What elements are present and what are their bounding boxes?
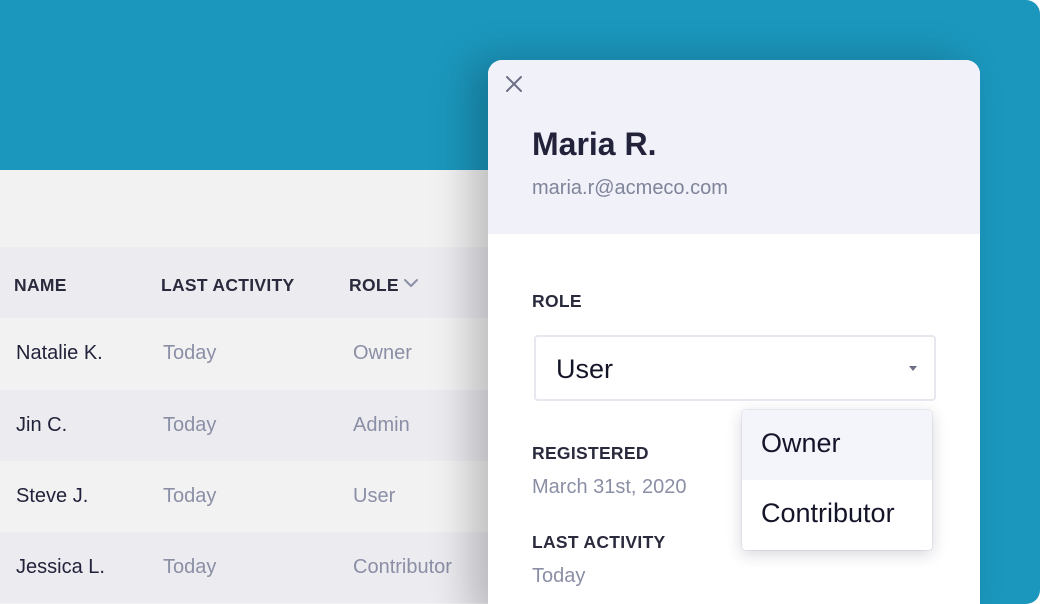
table-row[interactable]: Natalie K. Today Owner bbox=[0, 318, 520, 389]
role-label: ROLE bbox=[532, 291, 582, 311]
role-option-label: Contributor bbox=[761, 498, 895, 528]
column-header-last-activity[interactable]: LAST ACTIVITY bbox=[161, 275, 295, 296]
role-option-contributor[interactable]: Contributor bbox=[742, 480, 932, 550]
cell-last-activity: Today bbox=[163, 485, 217, 507]
caret-down-icon bbox=[909, 366, 917, 371]
cell-role: Admin bbox=[353, 414, 410, 436]
cell-last-activity: Today bbox=[163, 556, 217, 578]
last-activity-label: LAST ACTIVITY bbox=[532, 532, 666, 552]
table-row[interactable]: Jin C. Today Admin bbox=[0, 390, 520, 461]
panel-header: Maria R. maria.r@acmeco.com bbox=[488, 60, 980, 234]
registered-label: REGISTERED bbox=[532, 443, 649, 463]
cell-role: User bbox=[353, 485, 396, 507]
last-activity-value: Today bbox=[532, 565, 586, 587]
column-header-name[interactable]: NAME bbox=[14, 275, 67, 296]
role-select-value: User bbox=[556, 354, 614, 384]
column-header-role[interactable]: ROLE bbox=[349, 275, 399, 296]
cell-role: Contributor bbox=[353, 556, 452, 578]
users-table: NAME LAST ACTIVITY ROLE Natalie K. Today… bbox=[0, 170, 520, 604]
table-row[interactable]: Steve J. Today User bbox=[0, 461, 520, 532]
user-detail-panel: Maria R. maria.r@acmeco.com ROLE User RE… bbox=[488, 60, 980, 604]
registered-value: March 31st, 2020 bbox=[532, 476, 687, 498]
user-name: Maria R. bbox=[532, 126, 657, 162]
table-header: NAME LAST ACTIVITY ROLE bbox=[0, 247, 520, 318]
cell-role: Owner bbox=[353, 342, 412, 364]
role-option-label: Owner bbox=[761, 428, 841, 458]
close-icon[interactable] bbox=[502, 72, 526, 96]
chevron-down-icon[interactable] bbox=[403, 277, 419, 289]
cell-name: Steve J. bbox=[16, 485, 89, 507]
role-select[interactable]: User bbox=[534, 335, 936, 401]
table-row[interactable]: Jessica L. Today Contributor bbox=[0, 532, 520, 603]
cell-name: Jin C. bbox=[16, 414, 68, 436]
role-dropdown-menu: Owner Contributor bbox=[742, 410, 932, 550]
cell-name: Jessica L. bbox=[16, 556, 105, 578]
table-toolbar bbox=[0, 170, 520, 247]
cell-last-activity: Today bbox=[163, 414, 217, 436]
user-email: maria.r@acmeco.com bbox=[532, 177, 728, 199]
role-option-owner[interactable]: Owner bbox=[742, 410, 932, 480]
cell-last-activity: Today bbox=[163, 342, 217, 364]
cell-name: Natalie K. bbox=[16, 342, 103, 364]
